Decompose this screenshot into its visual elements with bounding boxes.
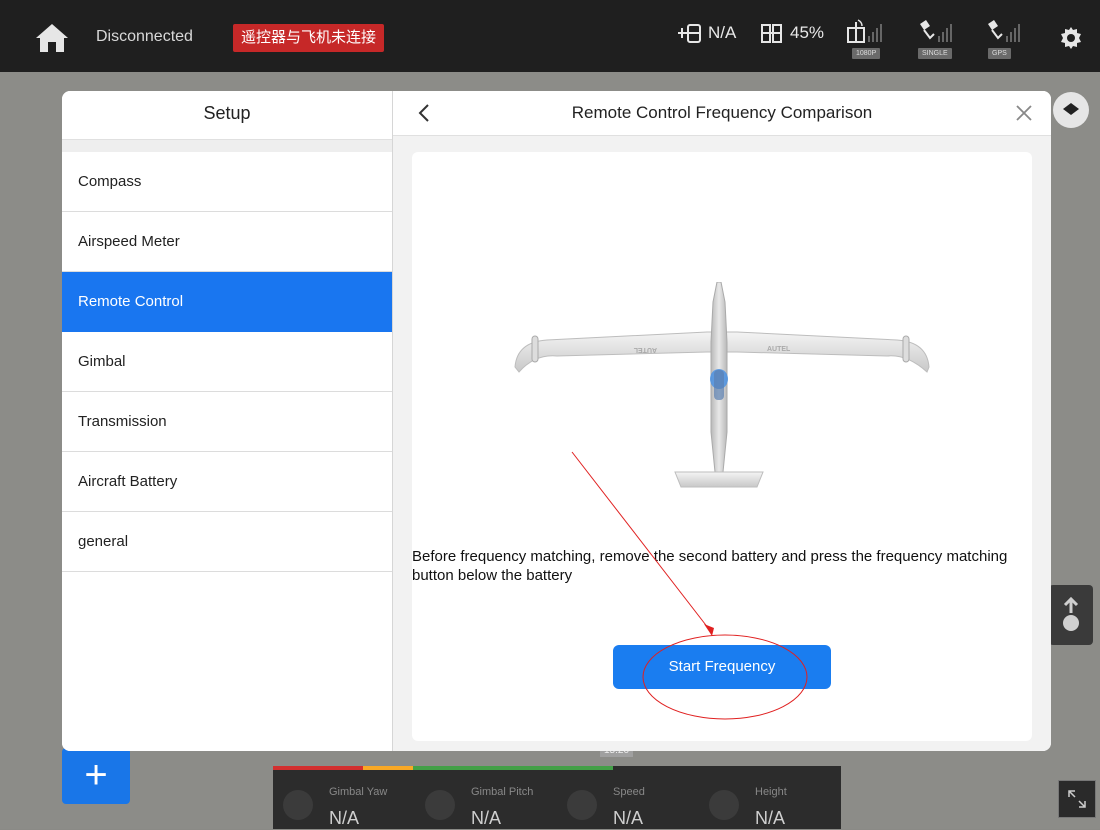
setup-dialog: Setup Compass Airspeed Meter Remote Cont… <box>62 91 1051 751</box>
panel-header: Remote Control Frequency Comparison <box>393 91 1051 136</box>
sidebar-item-airspeed-meter[interactable]: Airspeed Meter <box>62 212 392 272</box>
camera-icon <box>425 790 455 820</box>
remote-signal-icon <box>678 24 701 43</box>
gps-satellite-icon <box>988 20 1020 42</box>
telemetry-gimbal-pitch: Gimbal Pitch N/A <box>415 780 555 830</box>
frequency-panel: Remote Control Frequency Comparison AUTE… <box>393 91 1051 751</box>
telemetry-label: Gimbal Pitch <box>471 786 534 798</box>
telemetry-bar: Gimbal Yaw N/A Gimbal Pitch N/A Speed N/… <box>273 766 841 829</box>
positioning-mode-badge: SINGLE <box>918 48 952 59</box>
instruction-text: Before frequency matching, remove the se… <box>412 548 1008 584</box>
sidebar-item-aircraft-battery[interactable]: Aircraft Battery <box>62 452 392 512</box>
add-button[interactable]: + <box>62 748 130 804</box>
gps-badge: GPS <box>988 48 1011 59</box>
setup-sidebar: Setup Compass Airspeed Meter Remote Cont… <box>62 91 393 751</box>
battery-bar-high <box>413 766 613 770</box>
top-status-bar: Disconnected 遥控器与飞机未连接 N/A 45% 1080P SIN… <box>0 0 1100 72</box>
battery-bar-mid <box>363 766 413 770</box>
telemetry-height: Height N/A <box>699 780 839 830</box>
rc-signal-indicator: N/A <box>676 22 736 44</box>
video-signal-icon <box>847 19 882 43</box>
expand-icon <box>1068 790 1086 808</box>
plane-brand-left: AUTEL <box>633 346 657 353</box>
sidebar-item-transmission[interactable]: Transmission <box>62 392 392 452</box>
speed-icon <box>567 790 597 820</box>
aircraft-illustration: AUTEL AUTEL <box>514 282 930 488</box>
return-home-button[interactable] <box>1049 585 1093 645</box>
video-quality-badge: 1080P <box>852 48 881 59</box>
rc-signal-value: N/A <box>708 23 737 42</box>
telemetry-label: Speed <box>613 786 645 798</box>
remote-battery-icon <box>761 24 782 43</box>
home-icon[interactable] <box>34 22 70 54</box>
sidebar-spacer <box>62 140 392 152</box>
start-frequency-button[interactable]: Start Frequency <box>613 645 831 689</box>
alert-badge: 遥控器与飞机未连接 <box>233 24 385 52</box>
return-home-icon <box>1063 596 1079 631</box>
frequency-card: AUTEL AUTEL Before frequency matching, r… <box>412 152 1032 741</box>
telemetry-value: N/A <box>329 808 360 828</box>
map-layer-button[interactable] <box>1053 92 1089 128</box>
plane-brand-right: AUTEL <box>767 346 791 353</box>
layers-icon <box>1063 103 1079 115</box>
rc-battery-indicator: 45% <box>760 22 824 44</box>
telemetry-speed: Speed N/A <box>557 780 697 830</box>
gear-icon[interactable] <box>1059 26 1083 50</box>
satellite-single-icon <box>920 20 952 42</box>
battery-bar-low <box>273 766 363 770</box>
sidebar-title: Setup <box>62 91 392 140</box>
telemetry-gimbal-yaw: Gimbal Yaw N/A <box>273 780 413 830</box>
sidebar-item-remote-control[interactable]: Remote Control <box>62 272 392 332</box>
height-icon <box>709 790 739 820</box>
telemetry-label: Height <box>755 786 787 798</box>
sidebar-item-gimbal[interactable]: Gimbal <box>62 332 392 392</box>
rc-battery-value: 45% <box>790 23 825 42</box>
telemetry-value: N/A <box>471 808 502 828</box>
telemetry-value: N/A <box>613 808 644 828</box>
telemetry-value: N/A <box>755 808 786 828</box>
close-icon[interactable] <box>1013 102 1035 124</box>
connection-status: Disconnected <box>96 28 193 45</box>
telemetry-label: Gimbal Yaw <box>329 786 388 798</box>
sidebar-item-general[interactable]: general <box>62 512 392 572</box>
sidebar-item-compass[interactable]: Compass <box>62 152 392 212</box>
gimbal-yaw-icon <box>283 790 313 820</box>
panel-title: Remote Control Frequency Comparison <box>571 103 873 122</box>
expand-map-button[interactable] <box>1058 780 1096 818</box>
